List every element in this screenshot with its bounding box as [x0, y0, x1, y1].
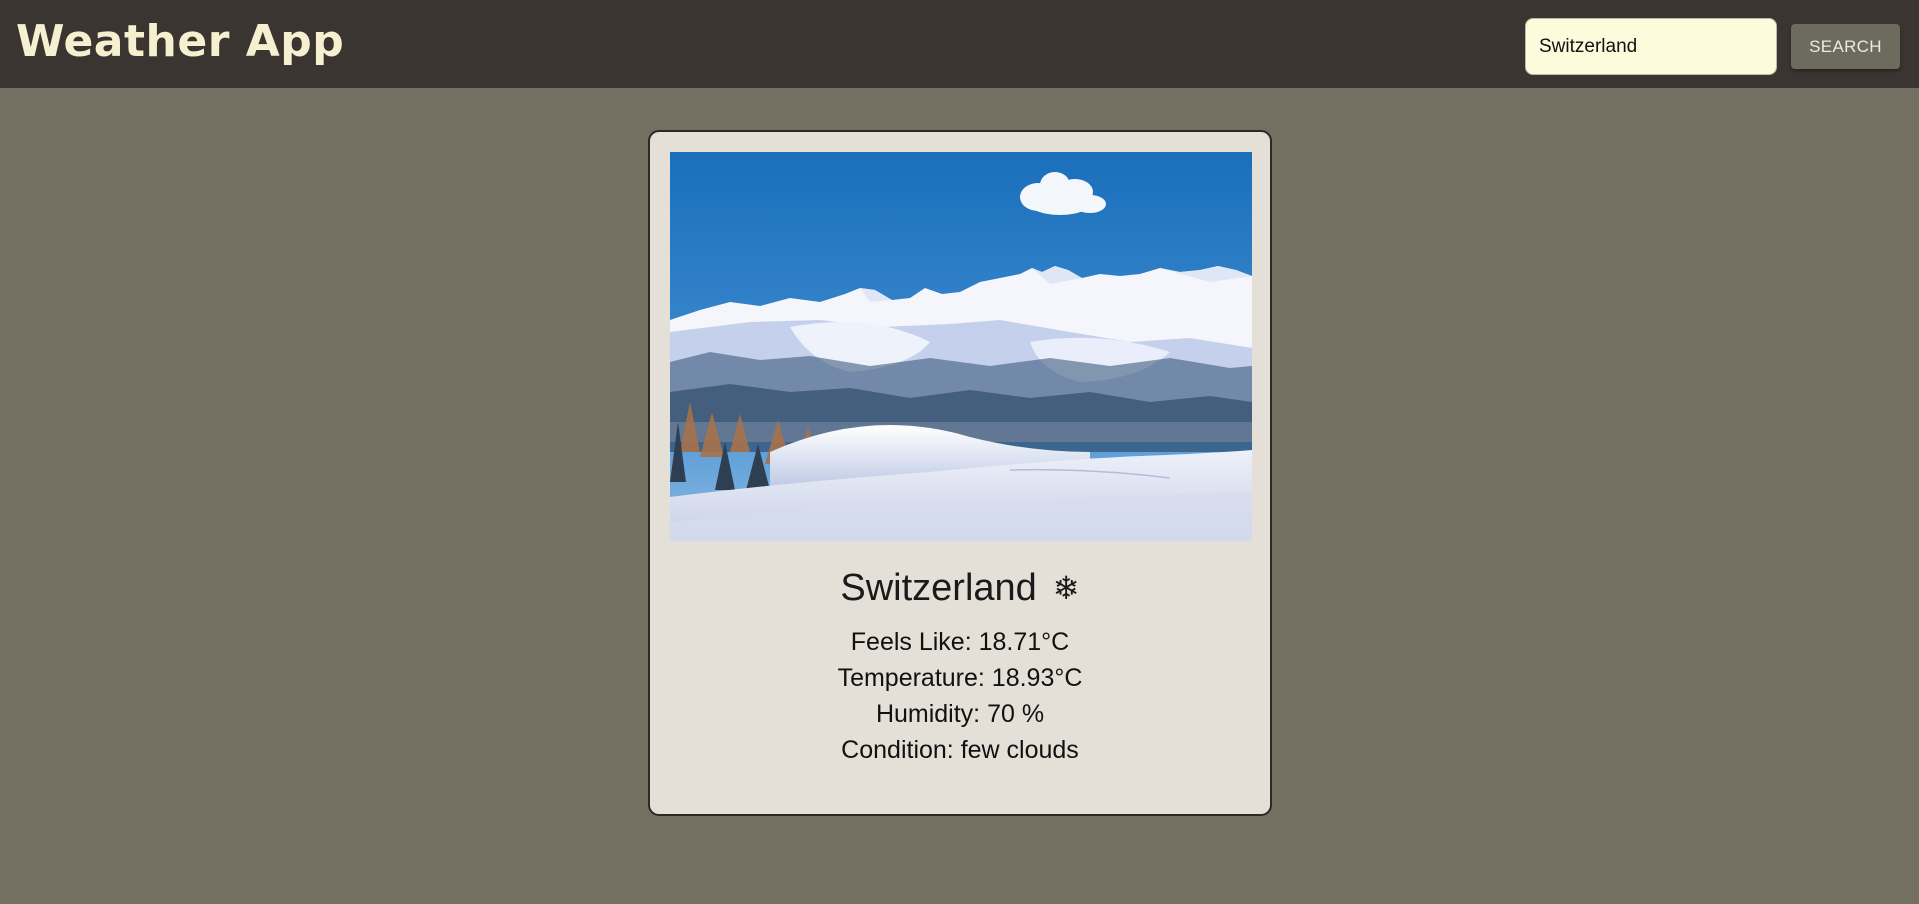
location-image — [670, 152, 1252, 541]
temperature: Temperature: 18.93°C — [837, 664, 1083, 692]
snowflake-icon: ❄ — [1052, 569, 1080, 606]
weather-card: Switzerland ❄ Feels Like: 18.71°C Tempera… — [648, 130, 1272, 816]
top-bar: Weather App SEARCH — [0, 0, 1919, 88]
condition: Condition: few clouds — [841, 736, 1079, 764]
search-input[interactable] — [1525, 18, 1777, 75]
search-button[interactable]: SEARCH — [1791, 24, 1900, 69]
feels-like: Feels Like: 18.71°C — [850, 628, 1070, 656]
humidity: Humidity: 70 % — [875, 700, 1045, 728]
city-heading: Switzerland ❄ — [650, 560, 1270, 614]
city-name: Switzerland — [840, 566, 1037, 609]
weather-details: Feels Like: 18.71°C Temperature: 18.93°C… — [650, 624, 1270, 768]
app-title: Weather App — [16, 16, 345, 67]
